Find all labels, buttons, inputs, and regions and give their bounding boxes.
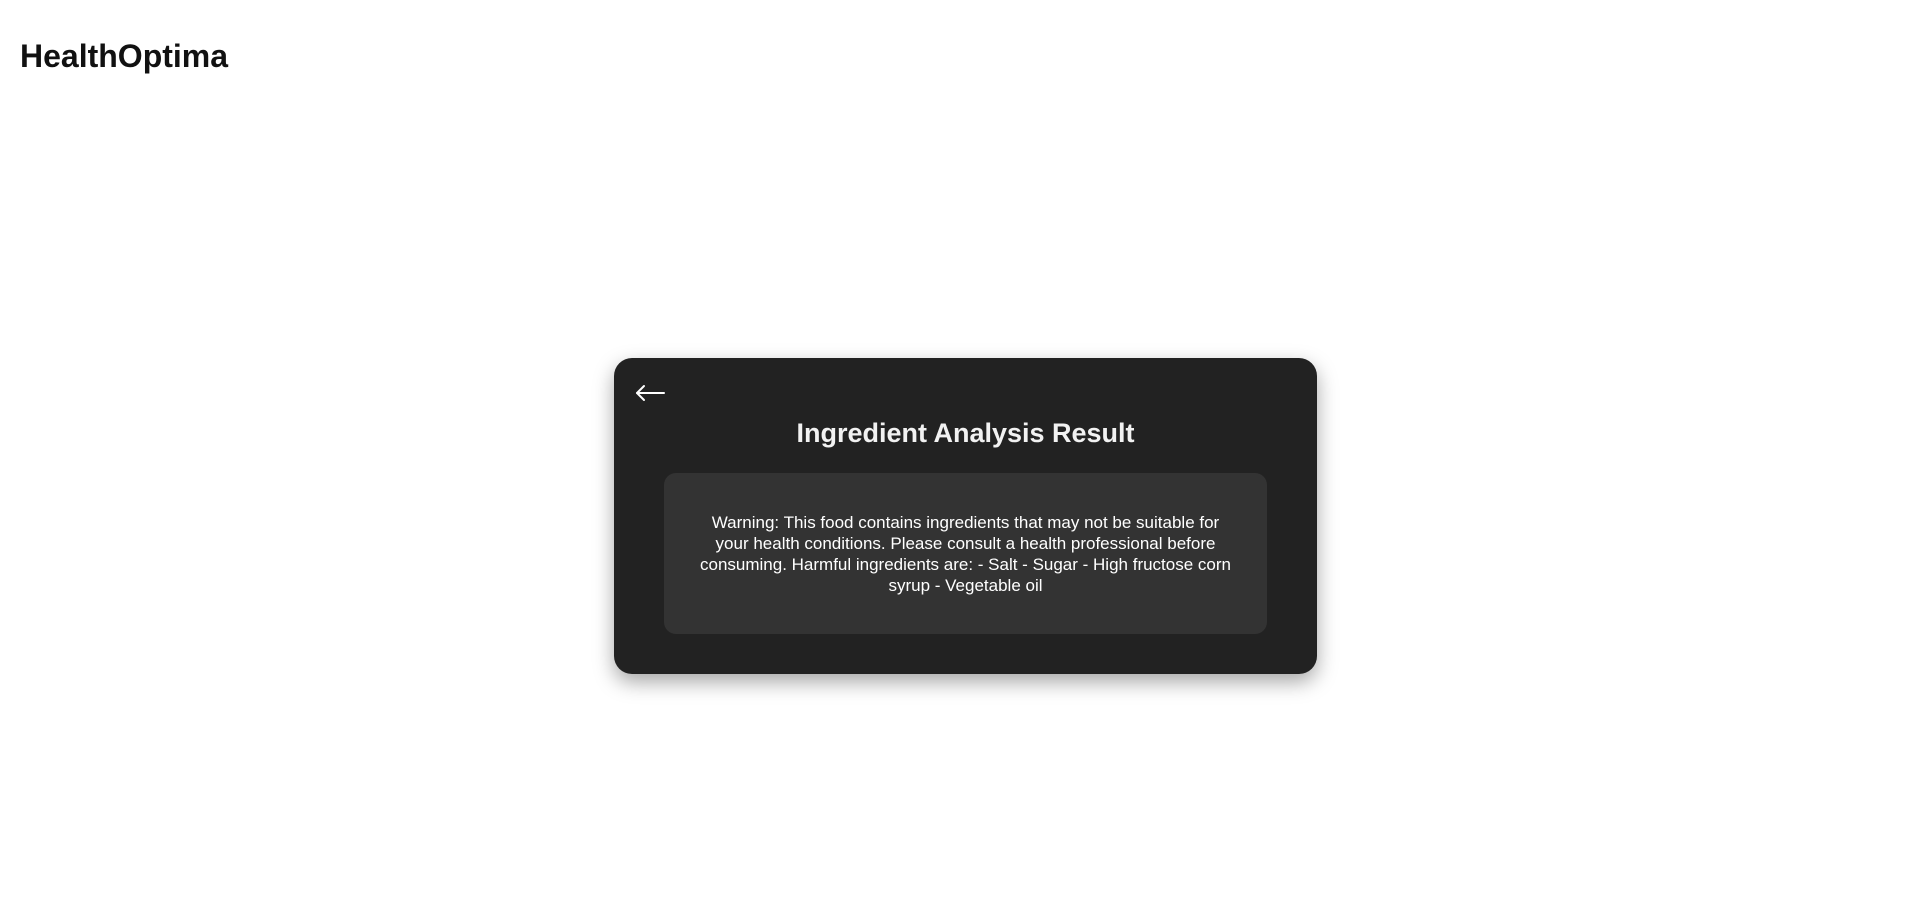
analysis-message-box: Warning: This food contains ingredients …: [664, 473, 1267, 634]
arrow-left-icon: [634, 383, 666, 406]
analysis-message: Warning: This food contains ingredients …: [699, 512, 1231, 595]
ingredient-analysis-card: Ingredient Analysis Result Warning: This…: [614, 358, 1317, 674]
back-button[interactable]: [630, 376, 670, 412]
app-title: HealthOptima: [20, 38, 229, 74]
result-title: Ingredient Analysis Result: [796, 418, 1135, 448]
